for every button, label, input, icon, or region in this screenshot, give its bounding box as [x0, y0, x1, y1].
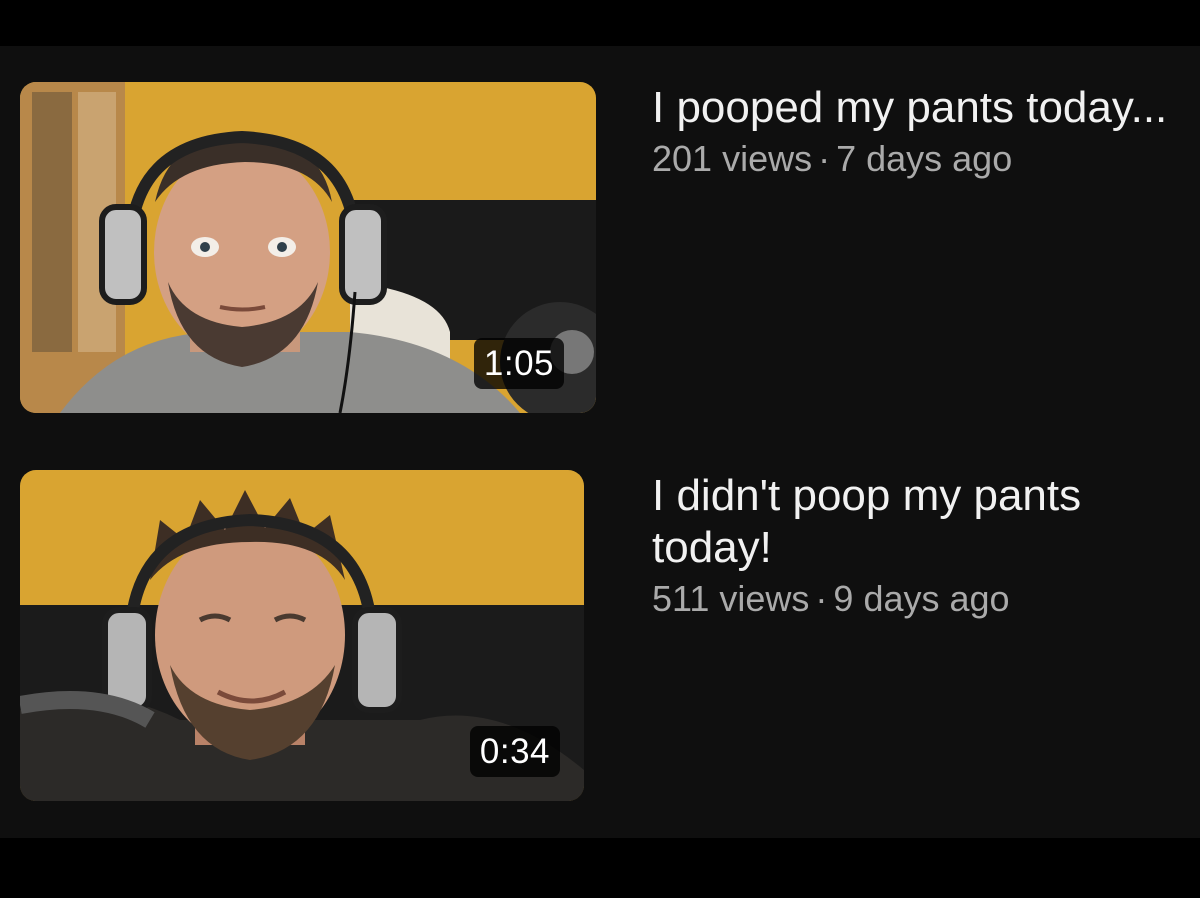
video-stats: 511 views · 9 days ago: [652, 576, 1172, 622]
view-count: 201 views: [652, 138, 813, 179]
video-list: 1:05 I pooped my pants today... 201 view…: [0, 46, 1200, 838]
video-thumbnail[interactable]: 1:05: [20, 82, 596, 413]
upload-age: 7 days ago: [836, 138, 1013, 179]
video-meta: I pooped my pants today... 201 views · 7 d…: [652, 82, 1172, 182]
separator: ·: [818, 138, 831, 179]
video-meta: I didn't poop my pants today! 511 views ·…: [652, 470, 1172, 622]
video-title[interactable]: I pooped my pants today...: [652, 82, 1172, 134]
duration-badge: 0:34: [469, 726, 560, 777]
video-thumbnail[interactable]: 0:34: [20, 470, 584, 801]
upload-age: 9 days ago: [833, 578, 1010, 619]
duration-badge: 1:05: [473, 338, 564, 389]
video-stats: 201 views · 7 days ago: [652, 136, 1172, 182]
separator: ·: [815, 578, 828, 619]
view-count: 511 views: [652, 578, 810, 619]
video-title[interactable]: I didn't poop my pants today!: [652, 470, 1172, 574]
